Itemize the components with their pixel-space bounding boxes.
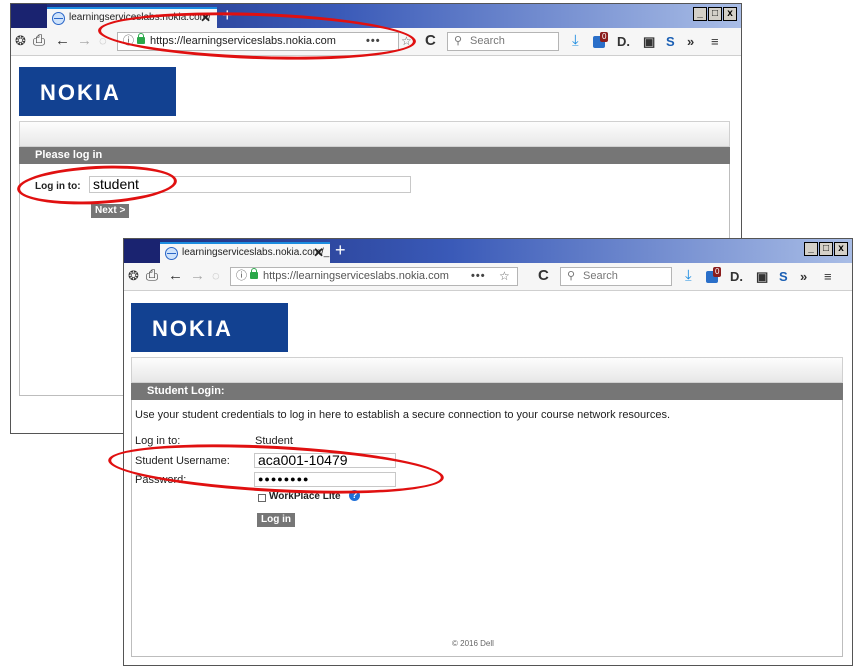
window-controls: _ □ x [804,242,848,256]
reader-icon[interactable]: ▣ [756,267,768,286]
s-icon[interactable]: S [666,32,675,51]
globe-icon [52,12,65,25]
logo-text: NOKIA [40,80,121,105]
logo-text: NOKIA [152,316,233,341]
badge-count: 0 [600,32,609,42]
download-icon[interactable]: ⤓ [572,31,579,51]
content-frame [131,357,843,657]
bot-icon[interactable]: ❂ [15,31,26,51]
minimize-icon[interactable]: _ [693,7,707,21]
forward-icon[interactable]: → [77,31,92,51]
close-window-icon[interactable]: x [834,242,848,256]
back-icon[interactable]: ← [168,266,183,286]
close-tab-icon[interactable]: ✕ [313,244,324,262]
nav-toolbar: ❂ ⎙ ← → ◌ ⓘ https://learningserviceslabs… [124,263,852,291]
overflow-icon[interactable]: » [800,267,807,286]
title-bar-dark [11,4,47,28]
forward-icon[interactable]: → [190,266,205,286]
header-gradient-bar [19,121,730,147]
s-icon[interactable]: S [779,267,788,286]
nokia-logo: NOKIA [131,303,288,352]
nokia-logo: NOKIA [19,67,176,116]
new-tab-icon[interactable]: + [335,239,346,261]
print-icon[interactable]: ⎙ [33,31,45,51]
maximize-icon[interactable]: □ [819,242,833,256]
badge-count: 0 [713,267,722,277]
reload-icon[interactable]: C [538,266,549,286]
home-icon[interactable]: ◌ [212,266,220,286]
title-bar-dark [124,239,160,263]
search-placeholder: Search [470,35,505,47]
section-header: Please log in [19,147,730,164]
more-icon[interactable]: ••• [471,268,486,285]
maximize-icon[interactable]: □ [708,7,722,21]
print-icon[interactable]: ⎙ [146,266,158,286]
instructions-text: Use your student credentials to log in h… [135,409,671,421]
back-icon[interactable]: ← [55,31,70,51]
section-header: Student Login: [131,383,843,400]
d-icon[interactable]: D. [617,32,630,51]
extension-badge-icon[interactable]: 0 [593,32,611,49]
browser-tab[interactable]: learningserviceslabs.nokia.com/_ ✕ [160,242,330,263]
reload-icon[interactable]: C [425,31,436,51]
search-box[interactable]: ⚲ Search [447,32,559,51]
search-icon: ⚲ [567,270,576,282]
minimize-icon[interactable]: _ [804,242,818,256]
close-window-icon[interactable]: x [723,7,737,21]
tab-title: learningserviceslabs.nokia.com/_ [182,247,330,258]
info-icon[interactable]: ⓘ [236,268,247,285]
download-icon[interactable]: ⤓ [685,266,692,286]
lock-icon [250,268,258,279]
reader-icon[interactable]: ▣ [643,32,655,51]
menu-icon[interactable]: ≡ [824,267,832,286]
url-bar[interactable]: ⓘ https://learningserviceslabs.nokia.com… [230,267,518,286]
bot-icon[interactable]: ❂ [128,266,139,286]
url-text: https://learningserviceslabs.nokia.com [263,270,449,282]
search-icon: ⚲ [454,35,463,47]
window-controls: _ □ x [693,7,737,21]
login-button[interactable]: Log in [257,513,295,527]
d-icon[interactable]: D. [730,267,743,286]
section-title: Please log in [35,149,103,161]
workplace-checkbox[interactable] [258,494,266,502]
bookmark-icon[interactable]: ☆ [499,268,510,285]
section-title: Student Login: [147,385,225,397]
next-button[interactable]: Next > [91,204,130,218]
search-box[interactable]: ⚲ Search [560,267,672,286]
search-placeholder: Search [583,270,618,282]
extension-badge-icon[interactable]: 0 [706,267,724,284]
globe-icon [165,247,178,260]
menu-icon[interactable]: ≡ [711,32,719,51]
header-gradient-bar [131,357,843,383]
overflow-icon[interactable]: » [687,32,694,51]
title-bar: learningserviceslabs.nokia.com/_ ✕ + _ □… [124,239,852,263]
footer-copyright: © 2016 Dell [452,639,494,648]
